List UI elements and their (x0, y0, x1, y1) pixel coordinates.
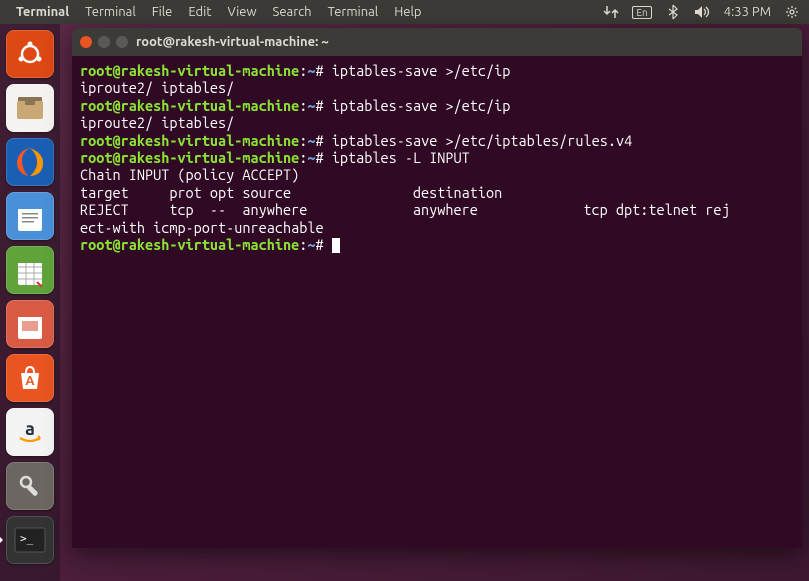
maximize-button[interactable] (116, 36, 128, 48)
volume-icon[interactable] (694, 3, 712, 21)
gear-icon[interactable] (783, 3, 801, 21)
menu-help[interactable]: Help (386, 5, 429, 19)
calc-icon[interactable] (6, 246, 54, 294)
prompt-path: ~ (307, 62, 315, 79)
indicator-area: En 4:33 PM (602, 3, 801, 21)
cmd-1: iptables-save >/etc/ip (332, 62, 511, 79)
menu-search[interactable]: Search (265, 5, 320, 19)
dash-icon[interactable] (6, 30, 54, 78)
cmd-4: iptables -L INPUT (332, 149, 470, 166)
network-icon[interactable] (602, 3, 620, 21)
files-icon[interactable] (6, 84, 54, 132)
menu-edit[interactable]: Edit (180, 5, 219, 19)
output-2: iproute2/ iptables/ (80, 114, 234, 131)
output-rule-1: REJECT tcp -- anywhere anywhere tcp dpt:… (80, 201, 730, 218)
firefox-icon[interactable] (6, 138, 54, 186)
svg-text:>_: >_ (20, 532, 34, 545)
menu-file[interactable]: File (144, 5, 181, 19)
minimize-button[interactable] (98, 36, 110, 48)
output-1: iproute2/ iptables/ (80, 79, 234, 96)
clock[interactable]: 4:33 PM (724, 5, 771, 19)
close-button[interactable] (80, 36, 92, 48)
focused-app-label: Terminal (8, 5, 77, 19)
prompt-user: root@rakesh-virtual-machine (80, 62, 299, 79)
menu-terminal-2[interactable]: Terminal (320, 5, 387, 19)
menu-view[interactable]: View (219, 5, 264, 19)
cursor (332, 238, 340, 253)
settings-icon[interactable] (6, 462, 54, 510)
terminal-body[interactable]: root@rakesh-virtual-machine:~# iptables-… (72, 56, 802, 548)
svg-text:a: a (25, 419, 35, 439)
titlebar[interactable]: root@rakesh-virtual-machine: ~ (72, 28, 802, 56)
window-title: root@rakesh-virtual-machine: ~ (136, 35, 329, 49)
top-panel: Terminal Terminal File Edit View Search … (0, 0, 809, 24)
output-rule-2: ect-with icmp-port-unreachable (80, 219, 324, 236)
terminal-launcher-icon[interactable]: >_ (6, 516, 54, 564)
keyboard-indicator[interactable]: En (632, 6, 651, 19)
impress-icon[interactable] (6, 300, 54, 348)
unity-launcher: A a >_ (0, 24, 60, 581)
output-chain: Chain INPUT (policy ACCEPT) (80, 166, 299, 183)
app-menu: Terminal Terminal File Edit View Search … (8, 5, 429, 19)
bluetooth-icon[interactable] (664, 3, 682, 21)
menu-terminal[interactable]: Terminal (77, 5, 144, 19)
svg-text:A: A (25, 374, 35, 388)
cmd-3: iptables-save >/etc/iptables/rules.v4 (332, 132, 632, 149)
writer-icon[interactable] (6, 192, 54, 240)
cmd-2: iptables-save >/etc/ip (332, 97, 511, 114)
ubuntu-software-icon[interactable]: A (6, 354, 54, 402)
output-header: target prot opt source destination (80, 184, 502, 201)
amazon-icon[interactable]: a (6, 408, 54, 456)
terminal-window: root@rakesh-virtual-machine: ~ root@rake… (72, 28, 802, 548)
